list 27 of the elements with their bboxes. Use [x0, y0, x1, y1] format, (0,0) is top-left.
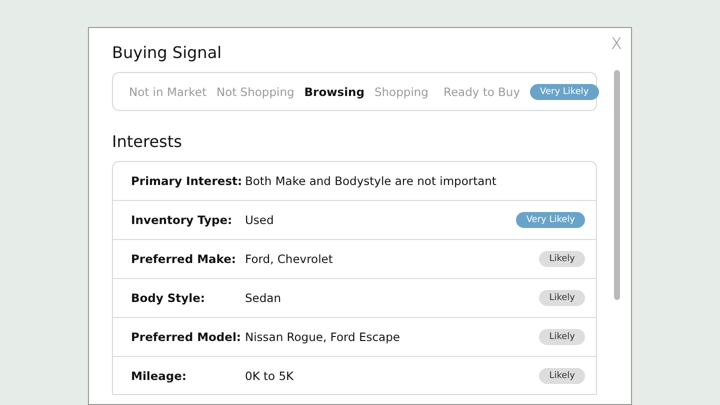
signal-stage: Not Shopping: [216, 84, 294, 98]
field-label: Body Style:: [131, 291, 206, 305]
close-button[interactable]: X: [611, 34, 622, 53]
field-value: Ford, Chevrolet: [245, 252, 334, 266]
field-value: Used: [245, 213, 275, 227]
signal-stage: Ready to Buy: [443, 84, 520, 98]
field-label: Preferred Model:: [131, 330, 242, 344]
field-label: Primary Interest:: [131, 174, 244, 188]
likely-badge: Likely: [539, 368, 585, 384]
likely-badge: Likely: [539, 329, 585, 345]
section-title: Buying Signal: [112, 42, 223, 64]
signal-stage: Not in Market: [129, 84, 206, 98]
field-value: Sedan: [245, 291, 282, 305]
field-label: Mileage:: [131, 369, 188, 383]
section-title: Interests: [112, 131, 183, 153]
field-value: 0K to 5K: [245, 369, 295, 383]
scrollbar[interactable]: [614, 70, 620, 300]
signal-stage: Browsing: [304, 84, 364, 98]
field-value: Nissan Rogue, Ford Escape: [245, 330, 401, 344]
field-label: Preferred Make:: [131, 252, 238, 266]
field-value: Both Make and Bodystyle are not important: [245, 174, 498, 188]
very-likely-badge: Very Likely: [530, 84, 599, 100]
field-label: Inventory Type:: [131, 213, 234, 227]
likely-badge: Likely: [539, 251, 585, 267]
very-likely-badge: Very Likely: [516, 212, 585, 228]
signal-stage: Shopping: [374, 84, 428, 98]
likely-badge: Likely: [539, 290, 585, 306]
